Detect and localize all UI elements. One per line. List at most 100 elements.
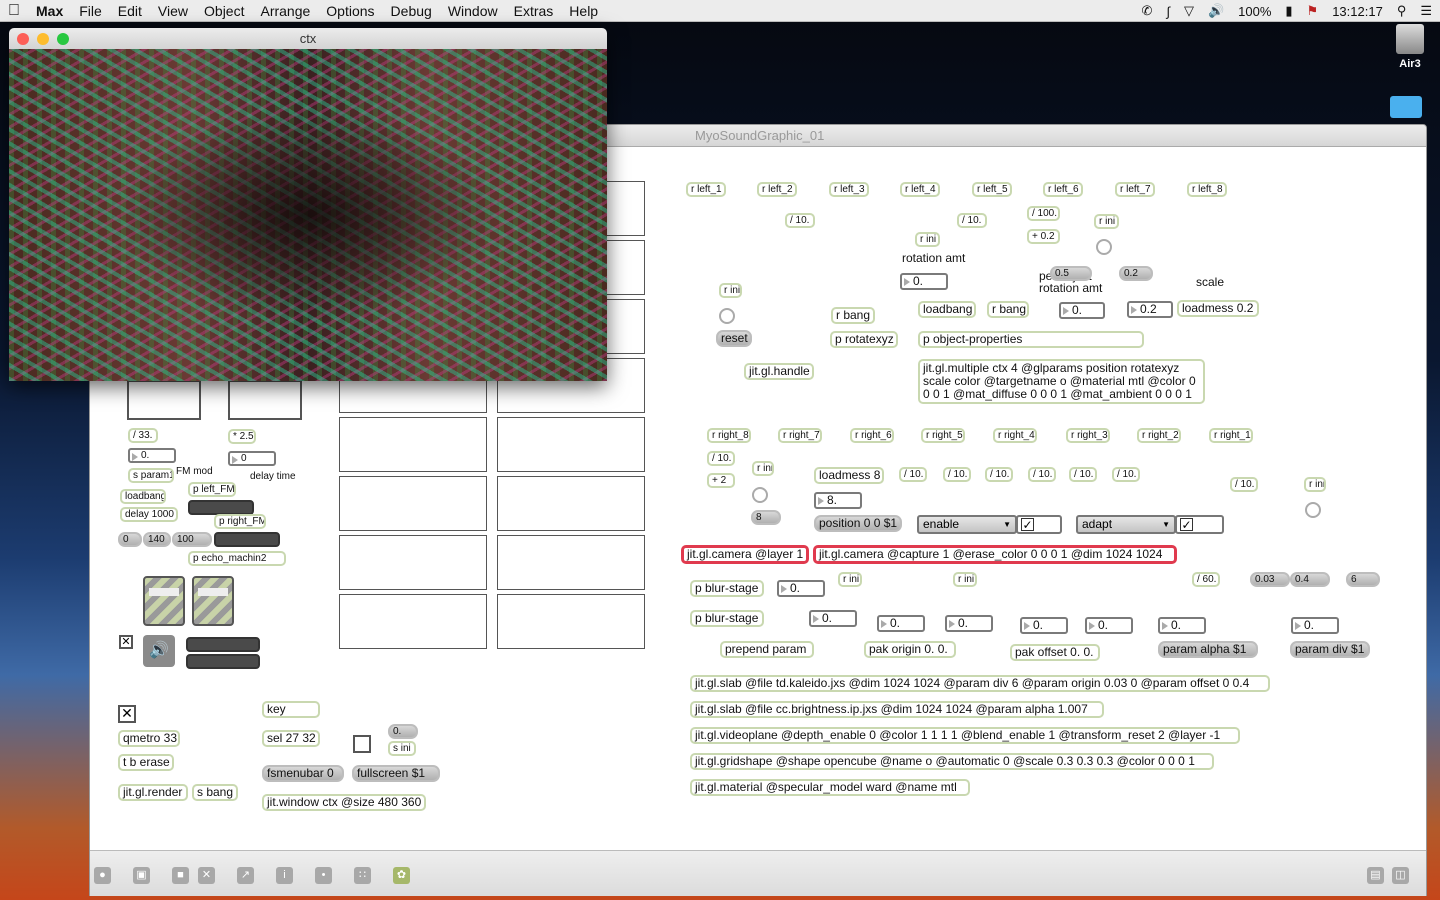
menu-options[interactable]: Options — [318, 3, 382, 19]
jit-window-object[interactable]: jit.window ctx @size 480 360 — [262, 794, 426, 811]
right-fm-subpatch[interactable]: p right_FM — [214, 514, 266, 529]
panel[interactable] — [339, 417, 487, 472]
multiply-object[interactable]: * 2.5 — [228, 429, 256, 444]
panel[interactable] — [339, 476, 487, 531]
bluetooth-icon[interactable]: ∫ — [1166, 4, 1170, 19]
message-0[interactable]: 0. — [388, 724, 418, 739]
add-object[interactable]: + 0.2 — [1027, 229, 1060, 244]
camera-layer-object[interactable]: jit.gl.camera @layer 1 — [681, 545, 809, 564]
apple-menu[interactable]:  — [0, 2, 28, 20]
divide-object[interactable]: / 60. — [1192, 572, 1220, 587]
app-menu[interactable]: Max — [28, 3, 71, 19]
receive-left-7[interactable]: r left_7 — [1115, 182, 1155, 197]
send-param1[interactable]: s param1 — [128, 468, 174, 483]
add-object[interactable]: + 2 — [707, 473, 735, 488]
patch-cord-icon[interactable]: • — [315, 867, 332, 884]
slab-brightness-object[interactable]: jit.gl.slab @file cc.brightness.ip.jxs @… — [690, 701, 1104, 718]
divide-object[interactable]: / 10. — [943, 467, 971, 482]
level-slider[interactable] — [188, 500, 254, 515]
divide-object[interactable]: / 10. — [957, 213, 987, 228]
inspector-icon[interactable]: i — [276, 867, 293, 884]
receive-right-1[interactable]: r right_1 — [1209, 428, 1253, 443]
param-alpha-message[interactable]: param alpha $1 — [1158, 641, 1258, 658]
receive-right-3[interactable]: r right_3 — [1066, 428, 1110, 443]
receive-bang[interactable]: r bang — [831, 307, 875, 324]
message-0.2[interactable]: 0.2 — [1119, 266, 1153, 281]
position-message[interactable]: position 0 0 $1 — [814, 515, 902, 532]
receive-ini[interactable]: r ini — [953, 572, 977, 587]
videoplane-object[interactable]: jit.gl.videoplane @depth_enable 0 @color… — [690, 727, 1240, 744]
toggle[interactable]: ✕ — [119, 635, 133, 649]
receive-left-8[interactable]: r left_8 — [1187, 182, 1227, 197]
divide-object[interactable]: / 33. — [128, 428, 158, 443]
select-object[interactable]: sel 27 32 — [262, 730, 320, 747]
receive-left-4[interactable]: r left_4 — [900, 182, 940, 197]
panel[interactable] — [497, 535, 645, 590]
message-0.5[interactable]: 0.5 — [1050, 266, 1092, 281]
menu-object[interactable]: Object — [196, 3, 252, 19]
snapshot-icon[interactable]: ✿ — [393, 867, 410, 884]
gridshape-object[interactable]: jit.gl.gridshape @shape opencube @name o… — [690, 753, 1214, 770]
adapt-checkbox[interactable]: ✓ — [1175, 515, 1224, 534]
receive-ini[interactable]: r ini — [752, 461, 774, 476]
panel[interactable] — [497, 594, 645, 649]
receive-ini[interactable]: r ini — [1094, 214, 1119, 229]
split-view-icon[interactable]: ▤ — [1367, 867, 1384, 884]
number-box[interactable]: 0. — [777, 580, 825, 597]
key-object[interactable]: key — [262, 701, 320, 718]
notification-icon[interactable]: ☰ — [1420, 3, 1432, 19]
message-0.03[interactable]: 0.03 — [1250, 572, 1290, 587]
number-box[interactable]: 0. — [1158, 617, 1206, 634]
render-view[interactable] — [9, 49, 607, 381]
divide-object[interactable]: / 100. — [1027, 206, 1060, 221]
echo-machine-subpatch[interactable]: p echo_machin2 — [188, 551, 286, 566]
close-button[interactable] — [17, 33, 29, 45]
receive-left-2[interactable]: r left_2 — [757, 182, 797, 197]
rotatexyz-subpatch[interactable]: p rotatexyz — [830, 331, 898, 348]
message-140[interactable]: 140 — [143, 532, 171, 547]
lock-icon[interactable]: ● — [94, 867, 111, 884]
message-0[interactable]: 0 — [118, 532, 142, 547]
subpatch-box[interactable] — [127, 380, 201, 420]
sidebar-icon[interactable]: ◫ — [1392, 867, 1409, 884]
fsmenubar-message[interactable]: fsmenubar 0 — [262, 765, 344, 782]
receive-left-3[interactable]: r left_3 — [829, 182, 869, 197]
clear-icon[interactable]: ✕ — [198, 867, 215, 884]
send-ini[interactable]: s ini — [388, 741, 416, 756]
delay-number[interactable]: 0 — [228, 451, 276, 466]
number-box[interactable]: 0. — [809, 610, 857, 627]
flag-icon[interactable]: ⚑ — [1307, 3, 1319, 19]
number-box[interactable]: 0. — [1291, 617, 1339, 634]
grid-icon[interactable]: ∷ — [354, 867, 371, 884]
object-properties-subpatch[interactable]: p object-properties — [918, 331, 1144, 348]
desktop-drive[interactable]: Air3 — [1390, 24, 1430, 70]
receive-right-7[interactable]: r right_7 — [778, 428, 822, 443]
folder-icon[interactable] — [1390, 96, 1422, 118]
number-box[interactable]: 0. — [945, 615, 993, 632]
message-8[interactable]: 8 — [751, 510, 781, 525]
speaker-icon[interactable]: 🔊 — [143, 635, 175, 667]
scale-number[interactable]: 0.2 — [1127, 301, 1173, 318]
rotation-number[interactable]: 0. — [900, 273, 948, 290]
gain-slider-right[interactable] — [192, 576, 234, 626]
ctx-title-bar[interactable]: ctx — [9, 28, 607, 49]
zoom-button[interactable] — [57, 33, 69, 45]
menu-view[interactable]: View — [150, 3, 196, 19]
panel[interactable] — [339, 594, 487, 649]
menu-help[interactable]: Help — [561, 3, 606, 19]
qmetro-object[interactable]: qmetro 33 — [118, 730, 180, 747]
presentation-icon[interactable]: ▣ — [133, 867, 150, 884]
receive-right-6[interactable]: r right_6 — [850, 428, 894, 443]
prepend-object[interactable]: prepend param — [720, 641, 814, 658]
left-fm-subpatch[interactable]: p left_FM — [188, 482, 236, 497]
material-object[interactable]: jit.gl.material @specular_model ward @na… — [690, 779, 970, 796]
pak-origin-object[interactable]: pak origin 0. 0. — [864, 641, 956, 658]
subpatch-box[interactable] — [228, 380, 302, 420]
divide-object[interactable]: / 10. — [785, 213, 815, 228]
receive-left-6[interactable]: r left_6 — [1043, 182, 1083, 197]
receive-right-8[interactable]: r right_8 — [707, 428, 751, 443]
battery-icon[interactable]: ▮ — [1285, 3, 1292, 19]
menu-arrange[interactable]: Arrange — [252, 3, 318, 19]
gain-slider-left[interactable] — [143, 576, 185, 626]
bang-button[interactable] — [719, 308, 735, 324]
